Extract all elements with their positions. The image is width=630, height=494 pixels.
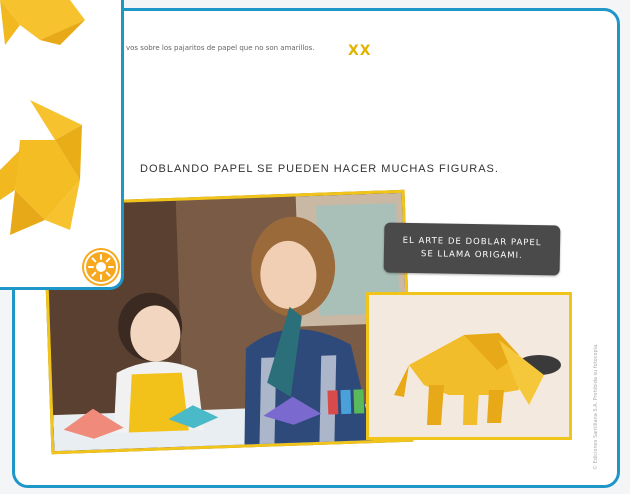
answer-marks: XX [348, 43, 372, 59]
sun-icon [88, 254, 114, 280]
origami-elephant-illustration [369, 295, 569, 437]
copyright-credit: © Ediciones Santillana S.A. Prohibida su… [593, 343, 599, 470]
left-card-origami-birds [0, 0, 124, 290]
caption-box: EL ARTE DE DOBLAR PAPEL SE LLAMA ORIGAMI… [383, 222, 561, 276]
activity-instruction: vos sobre los pajaritos de papel que no … [126, 44, 315, 52]
origami-birds-illustration [0, 0, 85, 235]
sun-badge [84, 250, 118, 284]
page-headline: DOBLANDO PAPEL SE PUEDEN HACER MUCHAS FI… [140, 163, 499, 175]
caption-text: EL ARTE DE DOBLAR PAPEL SE LLAMA ORIGAMI… [384, 234, 560, 263]
photo-origami-elephant [366, 292, 572, 440]
